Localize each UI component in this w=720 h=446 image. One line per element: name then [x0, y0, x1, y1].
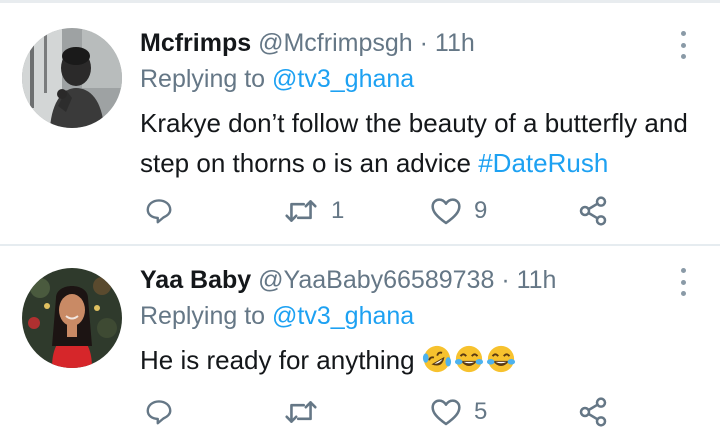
- user-handle[interactable]: @Mcfrimpsgh: [258, 29, 413, 57]
- heart-icon: [431, 198, 461, 225]
- like-count: 9: [474, 197, 488, 224]
- tears-of-joy-emoji: [454, 345, 483, 373]
- avatar[interactable]: [22, 268, 122, 368]
- retweet-icon: [285, 200, 317, 222]
- avatar[interactable]: [22, 28, 122, 128]
- separator-dot: ·: [501, 266, 510, 294]
- replying-to-label: Replying to: [140, 302, 273, 330]
- user-handle[interactable]: @YaaBaby66589738: [258, 266, 494, 294]
- like-button[interactable]: 5: [430, 394, 487, 430]
- reply-button[interactable]: [144, 394, 174, 430]
- more-vertical-icon[interactable]: [675, 268, 691, 296]
- display-name[interactable]: Mcfrimps: [140, 29, 251, 57]
- like-button[interactable]: 9: [430, 193, 487, 229]
- rolling-on-floor-laughing-emoji: [422, 345, 451, 373]
- heart-icon: [431, 399, 461, 426]
- tweet-content: Yaa Baby @YaaBaby66589738 · 11h Replying…: [140, 262, 700, 380]
- tweet-header: Yaa Baby @YaaBaby66589738 · 11h: [140, 262, 700, 298]
- display-name[interactable]: Yaa Baby: [140, 266, 251, 294]
- tweet-text-body: He is ready for anything: [140, 345, 422, 375]
- reply-icon: [146, 400, 172, 425]
- retweet-icon: [285, 401, 317, 423]
- retweet-count: 1: [331, 197, 345, 224]
- share-icon: [579, 196, 607, 226]
- hashtag-link[interactable]: #DateRush: [478, 148, 608, 178]
- reply-button[interactable]: [144, 193, 174, 229]
- tweet[interactable]: Yaa Baby @YaaBaby66589738 · 11h Replying…: [0, 246, 720, 446]
- replying-to-label: Replying to: [140, 65, 273, 93]
- reply-mention-link[interactable]: @tv3_ghana: [272, 65, 414, 93]
- retweet-button[interactable]: [283, 394, 331, 430]
- more-vertical-icon[interactable]: [675, 31, 691, 59]
- share-icon: [579, 397, 607, 427]
- tweet-text: He is ready for anything: [140, 340, 700, 380]
- like-count: 5: [474, 398, 488, 425]
- tweet-content: Mcfrimps @Mcfrimpsgh · 11h Replying to @…: [140, 25, 700, 183]
- replying-to: Replying to @tv3_ghana: [140, 298, 700, 334]
- timestamp[interactable]: 11h: [517, 266, 557, 294]
- tears-of-joy-emoji: [486, 345, 515, 373]
- share-button[interactable]: [577, 193, 609, 229]
- replying-to: Replying to @tv3_ghana: [140, 61, 700, 97]
- timestamp[interactable]: 11h: [435, 29, 475, 57]
- separator-dot: ·: [419, 29, 428, 57]
- retweet-button[interactable]: 1: [283, 193, 344, 229]
- tweet[interactable]: Mcfrimps @Mcfrimpsgh · 11h Replying to @…: [0, 3, 720, 244]
- reply-icon: [146, 199, 172, 224]
- reply-mention-link[interactable]: @tv3_ghana: [272, 302, 414, 330]
- tweet-header: Mcfrimps @Mcfrimpsgh · 11h: [140, 25, 700, 61]
- tweet-actions: 5: [0, 394, 720, 430]
- tweet-text: Krakye don’t follow the beauty of a butt…: [140, 103, 700, 183]
- tweet-feed: Mcfrimps @Mcfrimpsgh · 11h Replying to @…: [0, 0, 720, 446]
- share-button[interactable]: [577, 394, 609, 430]
- tweet-actions: 1 9: [0, 193, 720, 229]
